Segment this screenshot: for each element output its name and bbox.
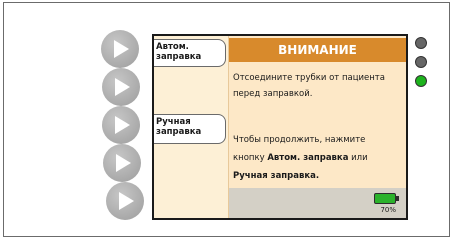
softkey-button-2[interactable]: [102, 68, 140, 106]
message-line-3: Чтобы продолжить, нажмите: [233, 135, 366, 145]
indicator-led-middle: [415, 56, 427, 68]
message-line-4-prefix: кнопку: [233, 153, 268, 163]
manual-fill-line-2: заправка: [156, 127, 202, 137]
manual-fill-softkey[interactable]: Ручная заправка: [154, 114, 226, 144]
status-bar: 70%: [229, 188, 406, 218]
message-line-2: перед заправкой.: [233, 89, 313, 99]
battery-icon: [374, 193, 396, 204]
manual-fill-reference: Ручная заправка.: [233, 171, 320, 181]
lcd-screen: Автом. заправка Ручная заправка ВНИМАНИЕ…: [152, 34, 408, 220]
play-triangle-icon: [115, 116, 130, 134]
play-triangle-icon: [116, 154, 131, 172]
play-triangle-icon: [114, 40, 129, 58]
message-line-4-suffix: или: [348, 153, 368, 163]
softkey-button-5[interactable]: [106, 182, 144, 220]
play-triangle-icon: [119, 192, 134, 210]
auto-fill-reference: Автом. заправка: [267, 153, 349, 163]
message-line-5: Ручная заправка.: [233, 168, 403, 184]
indicator-led-top: [415, 37, 427, 49]
message-panel: ВНИМАНИЕ Отсоедините трубки от пациента …: [229, 36, 406, 218]
softkey-button-1[interactable]: [101, 30, 139, 68]
message-line-4: кнопку Автом. заправка или: [233, 150, 403, 166]
indicator-led-bottom: [415, 75, 427, 87]
play-triangle-icon: [115, 78, 130, 96]
softkey-button-3[interactable]: [102, 106, 140, 144]
auto-fill-line-1: Автом.: [156, 42, 189, 52]
battery-level-text: 70%: [380, 206, 396, 214]
auto-fill-line-2: заправка: [156, 52, 202, 62]
manual-fill-line-1: Ручная: [156, 117, 191, 127]
battery-cap: [396, 196, 399, 201]
softkey-panel: Автом. заправка Ручная заправка: [154, 36, 229, 218]
device-frame: Автом. заправка Ручная заправка ВНИМАНИЕ…: [3, 2, 450, 237]
dialog-title: ВНИМАНИЕ: [229, 38, 406, 62]
softkey-button-4[interactable]: [103, 144, 141, 182]
auto-fill-softkey[interactable]: Автом. заправка: [154, 39, 226, 67]
message-line-1: Отсоедините трубки от пациента: [233, 73, 385, 83]
